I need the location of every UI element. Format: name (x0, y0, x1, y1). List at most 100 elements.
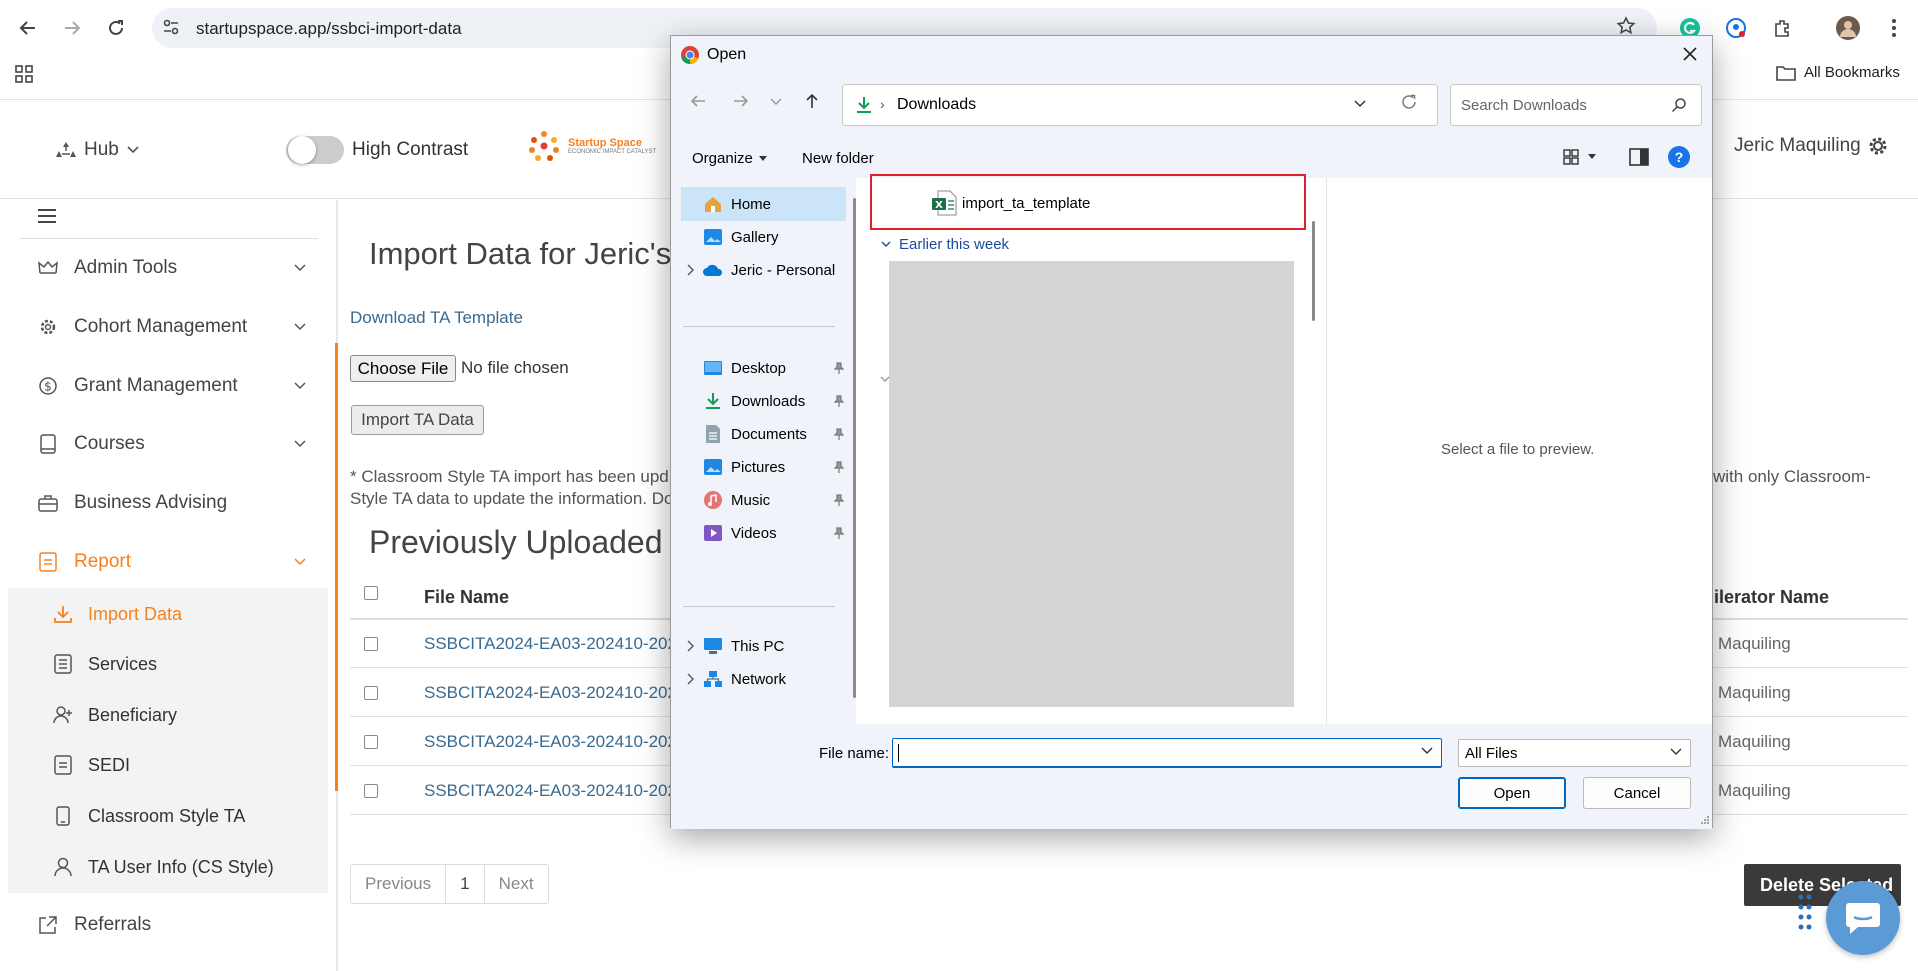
password-manager-icon[interactable] (1724, 16, 1748, 40)
chat-widget-button[interactable] (1826, 881, 1900, 955)
nav-item-music[interactable]: Music (681, 483, 846, 517)
settings-gear-icon[interactable] (1866, 134, 1890, 158)
expand-chevron-icon[interactable] (681, 640, 701, 652)
select-all-checkbox[interactable] (364, 586, 378, 600)
file-name-link[interactable]: SSBCITA2024-EA03-202410-2025 (424, 732, 686, 752)
pin-icon[interactable] (834, 527, 844, 539)
sidebar-item-grant-management[interactable]: $ Grant Management (36, 366, 306, 406)
nav-item-downloads[interactable]: Downloads (681, 384, 846, 418)
file-type-filter-select[interactable]: All Files (1458, 739, 1691, 767)
search-icon[interactable] (1671, 97, 1687, 113)
expand-chevron-icon[interactable] (681, 673, 701, 685)
pin-icon[interactable] (834, 428, 844, 440)
column-header-facilitator-name[interactable]: ilerator Name (1714, 587, 1829, 608)
nav-item-videos[interactable]: Videos (681, 516, 846, 550)
dialog-up-button[interactable] (803, 92, 821, 110)
sidebar-item-referrals[interactable]: Referrals (36, 905, 306, 945)
download-template-link[interactable]: Download TA Template (350, 308, 523, 328)
apps-grid-icon[interactable] (14, 64, 34, 84)
all-bookmarks-button[interactable]: All Bookmarks (1776, 64, 1900, 81)
sidebar-subitem-ta-user-info[interactable]: TA User Info (CS Style) (52, 849, 312, 885)
nav-item-pictures[interactable]: Pictures (681, 450, 846, 484)
preview-pane-button[interactable] (1629, 148, 1649, 166)
file-name-dropdown[interactable] (1421, 747, 1433, 755)
file-name-link[interactable]: SSBCITA2024-EA03-202410-2025 (424, 683, 686, 703)
dialog-forward-button[interactable] (732, 92, 750, 110)
user-name[interactable]: Jeric Maquiling (1734, 135, 1861, 157)
reload-button[interactable] (102, 14, 130, 42)
nav-item-desktop[interactable]: Desktop (681, 351, 846, 385)
path-segment-downloads[interactable]: Downloads (897, 96, 976, 114)
back-button[interactable] (14, 14, 42, 42)
hamburger-menu-icon[interactable] (38, 209, 56, 223)
browser-menu-icon[interactable] (1882, 16, 1906, 40)
dialog-recent-dropdown[interactable] (769, 92, 783, 110)
site-info-icon[interactable] (162, 18, 180, 36)
path-history-dropdown[interactable] (1353, 99, 1367, 109)
pagination-next[interactable]: Next (485, 865, 548, 903)
group-header-earlier-this-week[interactable]: Earlier this week (881, 236, 1009, 253)
column-header-file-name[interactable]: File Name (424, 587, 509, 608)
sidebar-item-admin-tools[interactable]: Admin Tools (36, 248, 306, 288)
forward-button[interactable] (58, 14, 86, 42)
bookmark-star-icon[interactable] (1616, 16, 1636, 36)
row-checkbox[interactable] (364, 735, 378, 749)
file-name-link[interactable]: SSBCITA2024-EA03-202410-2025 (424, 781, 686, 801)
sidebar-item-business-advising[interactable]: Business Advising (36, 483, 306, 523)
profile-avatar-icon[interactable] (1836, 16, 1860, 40)
sidebar-subitem-classroom-style-ta[interactable]: Classroom Style TA (52, 798, 312, 834)
row-checkbox[interactable] (364, 637, 378, 651)
file-list-scrollbar[interactable] (1312, 221, 1315, 321)
extensions-icon[interactable] (1770, 16, 1794, 40)
organize-menu[interactable]: Organize (692, 150, 767, 167)
music-icon (701, 490, 725, 510)
sidebar-item-report[interactable]: Report (36, 542, 306, 582)
navigation-pane-scrollbar[interactable] (853, 198, 856, 698)
expand-chevron-icon[interactable] (681, 264, 701, 276)
dialog-close-button[interactable] (1680, 44, 1700, 64)
new-folder-button[interactable]: New folder (802, 150, 874, 167)
up-arrow-icon (806, 93, 818, 108)
drag-handle-icon[interactable] (1798, 893, 1812, 935)
nav-item-gallery[interactable]: Gallery (681, 220, 846, 254)
pin-icon[interactable] (834, 461, 844, 473)
dialog-address-bar[interactable]: › Downloads (842, 84, 1438, 126)
startup-space-logo[interactable]: Startup Space ECONOMIC IMPACT CATALYST (526, 128, 656, 164)
import-ta-data-button[interactable]: Import TA Data (351, 405, 484, 435)
dialog-search-box[interactable]: Search Downloads (1450, 84, 1702, 126)
sidebar-item-cohort-management[interactable]: Cohort Management (36, 307, 306, 347)
nav-item-documents[interactable]: Documents (681, 417, 846, 451)
file-name-input[interactable] (892, 738, 1442, 768)
nav-item-label: Network (731, 670, 787, 688)
choose-file-button[interactable]: Choose File (350, 355, 456, 382)
nav-item-network[interactable]: Network (681, 662, 846, 696)
nav-item-this-pc[interactable]: This PC (681, 629, 846, 663)
sidebar-subitem-services[interactable]: Services (52, 646, 312, 682)
row-checkbox[interactable] (364, 784, 378, 798)
sidebar-subitem-beneficiary[interactable]: Beneficiary (52, 697, 312, 733)
file-name-link[interactable]: SSBCITA2024-EA03-202410-2025 (424, 634, 686, 654)
dialog-refresh-button[interactable] (1400, 93, 1418, 111)
sidebar-subitem-sedi[interactable]: SEDI (52, 747, 312, 783)
dialog-back-button[interactable] (689, 92, 707, 110)
pagination-page-1[interactable]: 1 (446, 865, 485, 903)
hub-menu[interactable]: Hub (56, 139, 139, 161)
row-checkbox[interactable] (364, 686, 378, 700)
file-item-import-ta-template[interactable]: X import_ta_template (930, 189, 1090, 217)
pagination-previous[interactable]: Previous (351, 865, 447, 903)
nav-item-home[interactable]: Home (681, 187, 846, 221)
all-bookmarks-label: All Bookmarks (1804, 64, 1900, 81)
hub-icon (56, 142, 76, 157)
url-text[interactable]: startupspace.app/ssbci-import-data (196, 19, 462, 39)
pin-icon[interactable] (834, 494, 844, 506)
help-icon[interactable]: ? (1668, 146, 1690, 168)
resize-grip-icon[interactable] (1700, 815, 1710, 825)
sidebar-item-courses[interactable]: Courses (36, 424, 306, 464)
sidebar-subitem-import-data[interactable]: Import Data (52, 596, 312, 632)
dialog-cancel-button[interactable]: Cancel (1583, 777, 1691, 809)
pin-icon[interactable] (834, 362, 844, 374)
dialog-open-button[interactable]: Open (1458, 777, 1566, 809)
nav-item-onedrive[interactable]: Jeric - Personal (681, 253, 846, 287)
pin-icon[interactable] (834, 395, 844, 407)
change-view-button[interactable] (1562, 148, 1596, 166)
